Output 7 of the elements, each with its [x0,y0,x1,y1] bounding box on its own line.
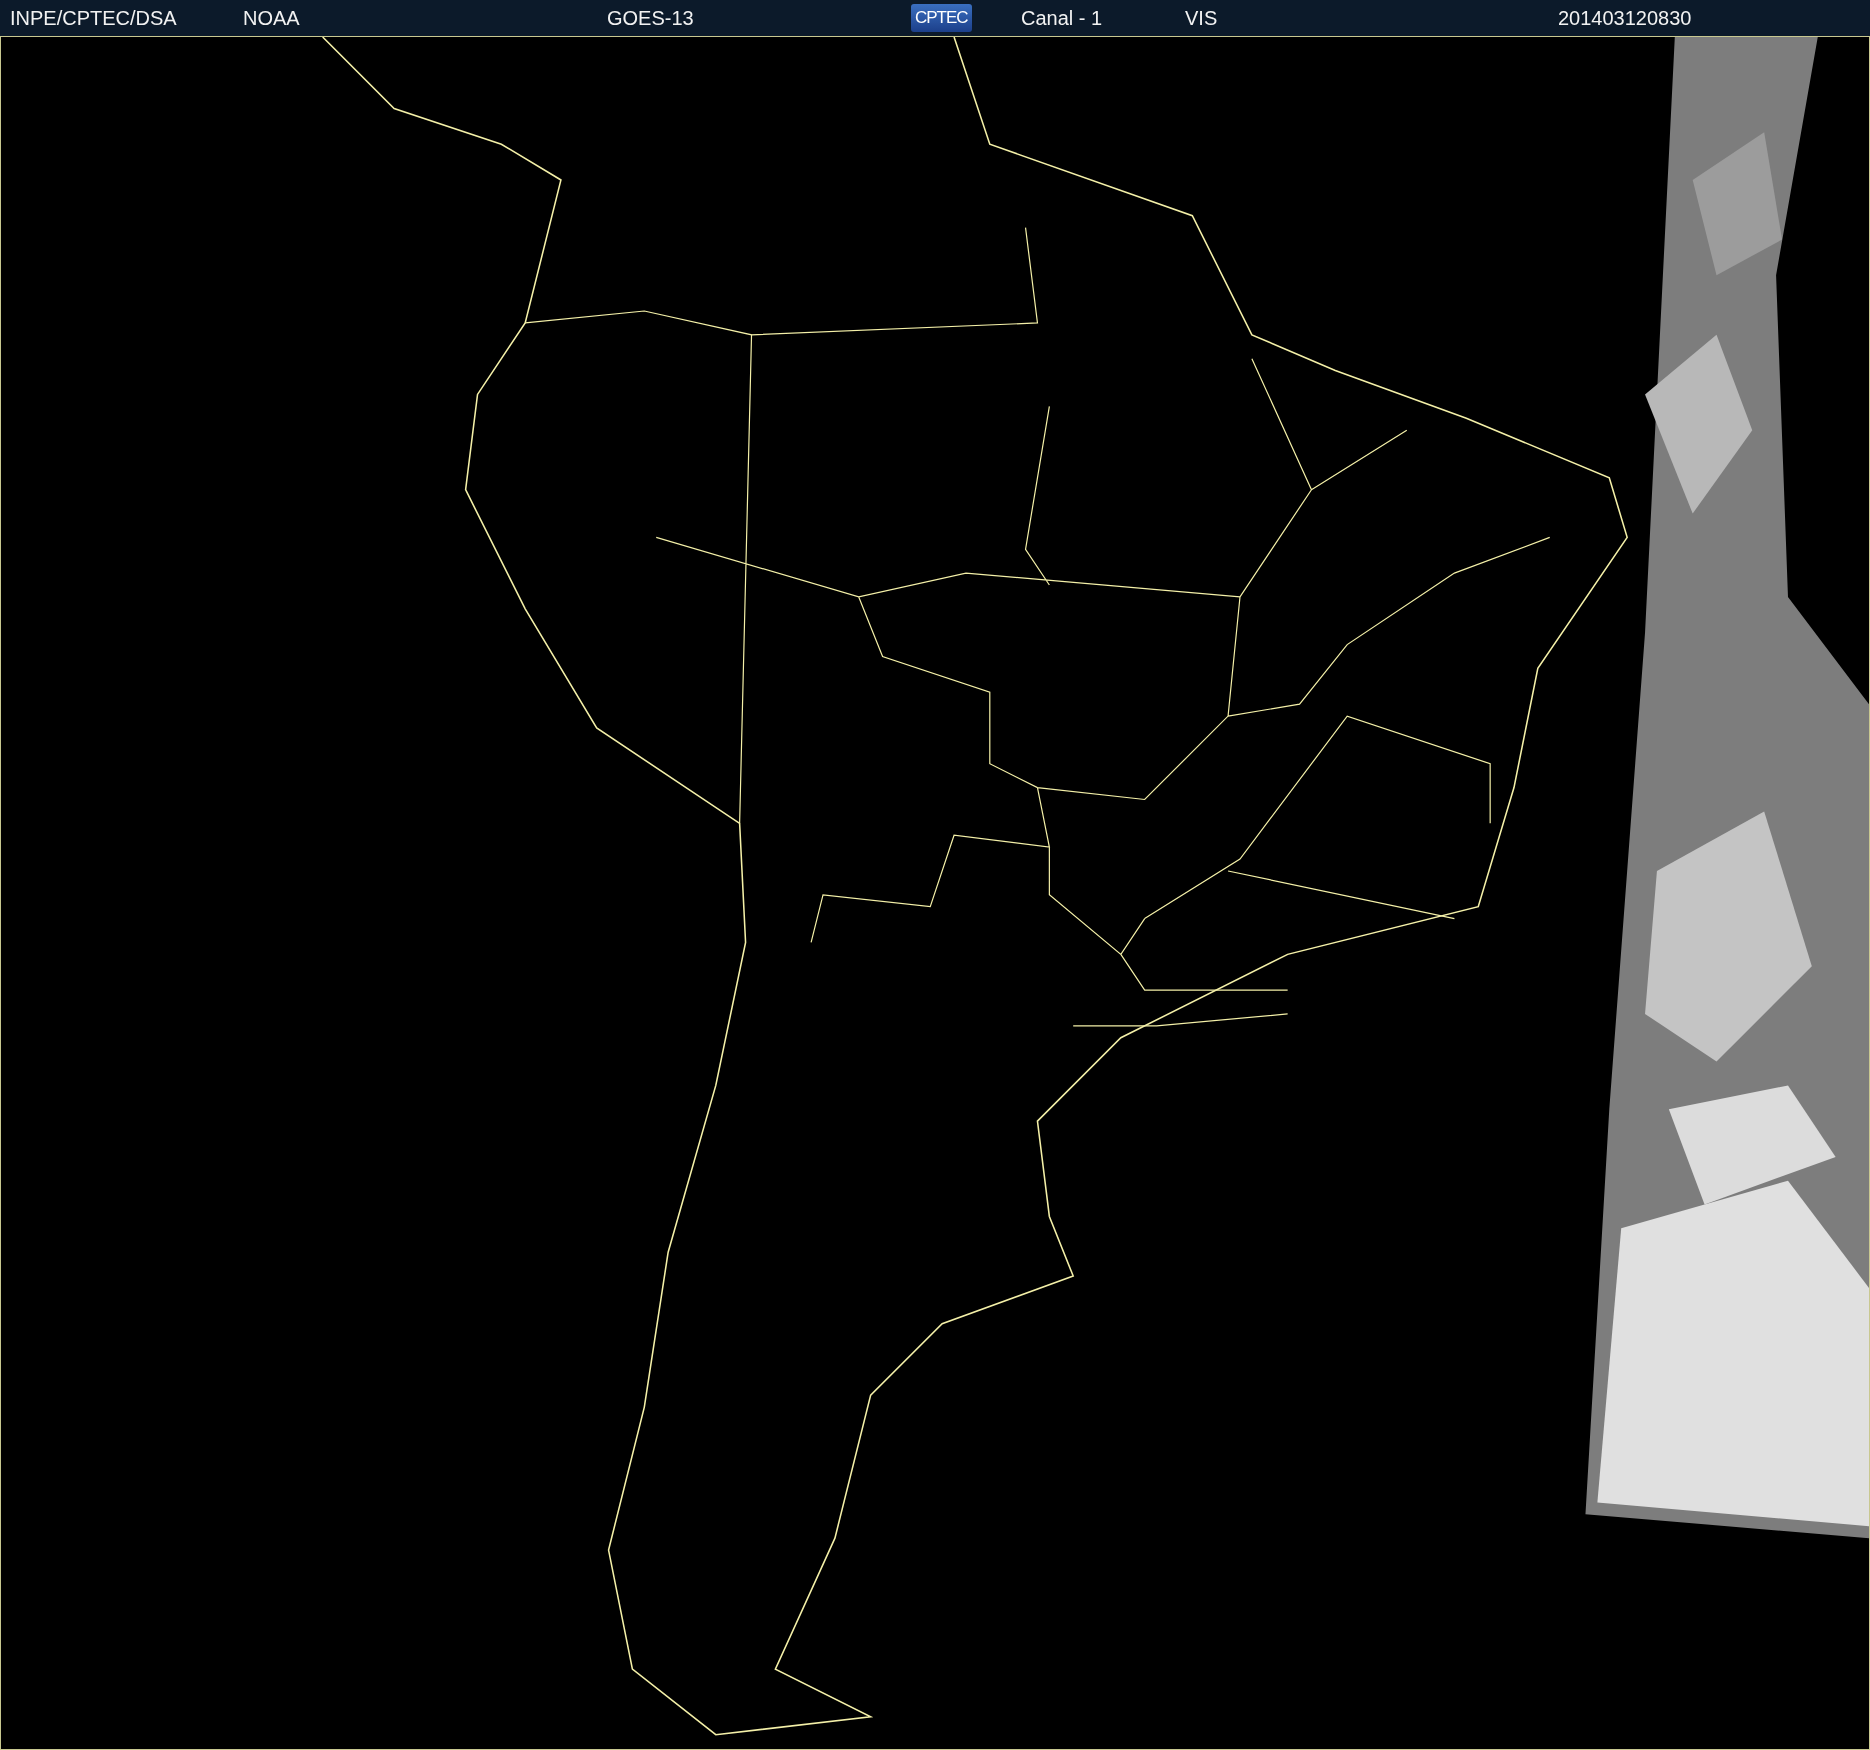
agency-label: NOAA [242,6,300,30]
source-label: INPE/CPTEC/DSA [9,6,177,30]
satellite-label: GOES-13 [606,6,694,30]
timestamp-label: 201403120830 [1557,6,1692,30]
band-label: VIS [1184,6,1218,30]
logo: CPTEC [911,4,972,32]
channel-label: Canal - 1 [1020,6,1103,30]
